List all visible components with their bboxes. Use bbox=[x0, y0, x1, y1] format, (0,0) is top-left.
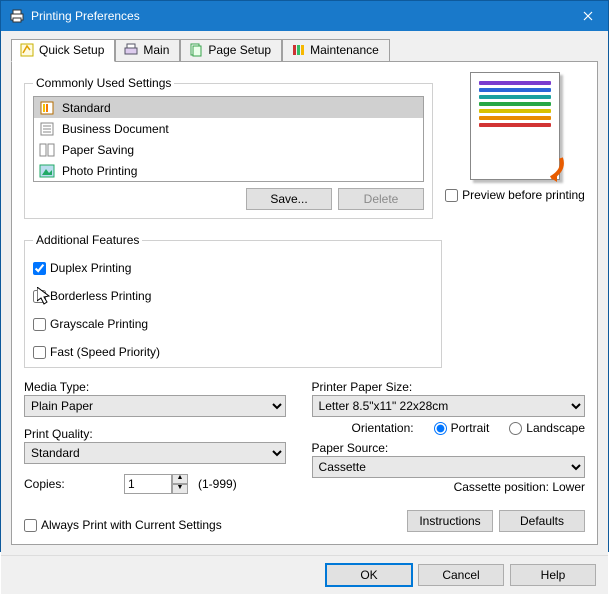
orientation-portrait-radio[interactable]: Portrait bbox=[434, 421, 490, 435]
list-item[interactable]: Standard bbox=[34, 97, 423, 118]
settings-listbox[interactable]: Standard Business Document Paper Saving bbox=[33, 96, 424, 182]
cassette-position: Cassette position: Lower bbox=[312, 480, 585, 494]
print-quality-select[interactable]: Standard bbox=[24, 442, 286, 464]
tab-label: Quick Setup bbox=[39, 43, 104, 57]
business-doc-icon bbox=[38, 121, 56, 137]
tab-panel-quick-setup: Commonly Used Settings Standard Business… bbox=[11, 61, 598, 545]
list-item-label: Paper Saving bbox=[62, 143, 134, 157]
tab-page-setup[interactable]: Page Setup bbox=[180, 39, 282, 61]
dialog-body: Quick Setup Main Page Setup Maintenance … bbox=[1, 31, 608, 555]
checkbox-input[interactable] bbox=[33, 262, 46, 275]
list-item[interactable]: Business Document bbox=[34, 118, 423, 139]
checkbox-input[interactable] bbox=[33, 346, 46, 359]
checkbox-input[interactable] bbox=[24, 519, 37, 532]
checkbox-input[interactable] bbox=[33, 290, 46, 303]
tab-label: Main bbox=[143, 43, 169, 57]
help-button[interactable]: Help bbox=[510, 564, 596, 586]
orientation-label: Orientation: bbox=[352, 421, 414, 435]
copies-spinner[interactable]: ▲ ▼ bbox=[124, 474, 188, 494]
paper-source-select[interactable]: Cassette bbox=[312, 456, 585, 478]
page-preview bbox=[470, 72, 560, 180]
borderless-printing-checkbox[interactable]: Borderless Printing bbox=[33, 289, 433, 303]
quick-setup-icon bbox=[20, 43, 34, 57]
tab-maintenance[interactable]: Maintenance bbox=[282, 39, 390, 61]
paper-source-label: Paper Source: bbox=[312, 441, 585, 455]
copies-range: (1-999) bbox=[198, 477, 237, 491]
media-type-label: Media Type: bbox=[24, 380, 286, 394]
group-legend: Additional Features bbox=[33, 233, 142, 247]
commonly-used-settings-group: Commonly Used Settings Standard Business… bbox=[24, 76, 433, 219]
delete-button[interactable]: Delete bbox=[338, 188, 424, 210]
copies-label: Copies: bbox=[24, 477, 114, 491]
standard-icon bbox=[38, 100, 56, 116]
list-item-label: Standard bbox=[62, 101, 111, 115]
duplex-arrow-icon bbox=[537, 154, 567, 187]
preview-column: Preview before printing bbox=[445, 70, 585, 227]
checkbox-label: Preview before printing bbox=[462, 188, 585, 202]
orientation-landscape-radio[interactable]: Landscape bbox=[509, 421, 585, 435]
fast-speed-priority-checkbox[interactable]: Fast (Speed Priority) bbox=[33, 345, 433, 359]
titlebar: Printing Preferences bbox=[1, 1, 608, 31]
tab-label: Page Setup bbox=[208, 43, 271, 57]
close-button[interactable] bbox=[568, 1, 608, 31]
list-item-label: Business Document bbox=[62, 122, 169, 136]
main-icon bbox=[124, 43, 138, 57]
paper-size-select[interactable]: Letter 8.5"x11" 22x28cm bbox=[312, 395, 585, 417]
ok-button[interactable]: OK bbox=[326, 564, 412, 586]
spin-down-button[interactable]: ▼ bbox=[172, 484, 188, 494]
tab-main[interactable]: Main bbox=[115, 39, 180, 61]
checkbox-label: Fast (Speed Priority) bbox=[50, 345, 160, 359]
additional-features-group: Additional Features Duplex Printing Bord… bbox=[24, 233, 442, 368]
checkbox-input[interactable] bbox=[33, 318, 46, 331]
list-item[interactable]: Photo Printing bbox=[34, 160, 423, 181]
maintenance-icon bbox=[291, 43, 305, 57]
list-item-label: Photo Printing bbox=[62, 164, 137, 178]
tab-label: Maintenance bbox=[310, 43, 379, 57]
paper-saving-icon bbox=[38, 142, 56, 158]
paper-size-label: Printer Paper Size: bbox=[312, 380, 585, 394]
checkbox-label: Always Print with Current Settings bbox=[41, 518, 222, 532]
photo-printing-icon bbox=[38, 163, 56, 179]
duplex-printing-checkbox[interactable]: Duplex Printing bbox=[33, 261, 433, 275]
checkbox-label: Borderless Printing bbox=[50, 289, 151, 303]
orientation-row: Orientation: Portrait Landscape bbox=[312, 417, 585, 437]
print-quality-label: Print Quality: bbox=[24, 427, 286, 441]
page-setup-icon bbox=[189, 43, 203, 57]
cancel-button[interactable]: Cancel bbox=[418, 564, 504, 586]
preview-before-printing-checkbox[interactable]: Preview before printing bbox=[445, 188, 585, 202]
always-print-current-checkbox[interactable]: Always Print with Current Settings bbox=[24, 518, 222, 532]
checkbox-input[interactable] bbox=[445, 189, 458, 202]
save-button[interactable]: Save... bbox=[246, 188, 332, 210]
instructions-button[interactable]: Instructions bbox=[407, 510, 493, 532]
group-legend: Commonly Used Settings bbox=[33, 76, 174, 90]
checkbox-label: Duplex Printing bbox=[50, 261, 131, 275]
tab-quick-setup[interactable]: Quick Setup bbox=[11, 39, 115, 62]
printer-icon bbox=[9, 8, 25, 24]
copies-input[interactable] bbox=[124, 474, 172, 494]
spin-up-button[interactable]: ▲ bbox=[172, 474, 188, 484]
window-title: Printing Preferences bbox=[31, 9, 568, 23]
printing-preferences-dialog: Printing Preferences Quick Setup Main Pa… bbox=[0, 0, 609, 552]
list-item[interactable]: Paper Saving bbox=[34, 139, 423, 160]
defaults-button[interactable]: Defaults bbox=[499, 510, 585, 532]
tab-strip: Quick Setup Main Page Setup Maintenance bbox=[11, 37, 598, 61]
grayscale-printing-checkbox[interactable]: Grayscale Printing bbox=[33, 317, 433, 331]
checkbox-label: Grayscale Printing bbox=[50, 317, 148, 331]
media-type-select[interactable]: Plain Paper bbox=[24, 395, 286, 417]
dialog-button-row: OK Cancel Help bbox=[1, 555, 608, 594]
